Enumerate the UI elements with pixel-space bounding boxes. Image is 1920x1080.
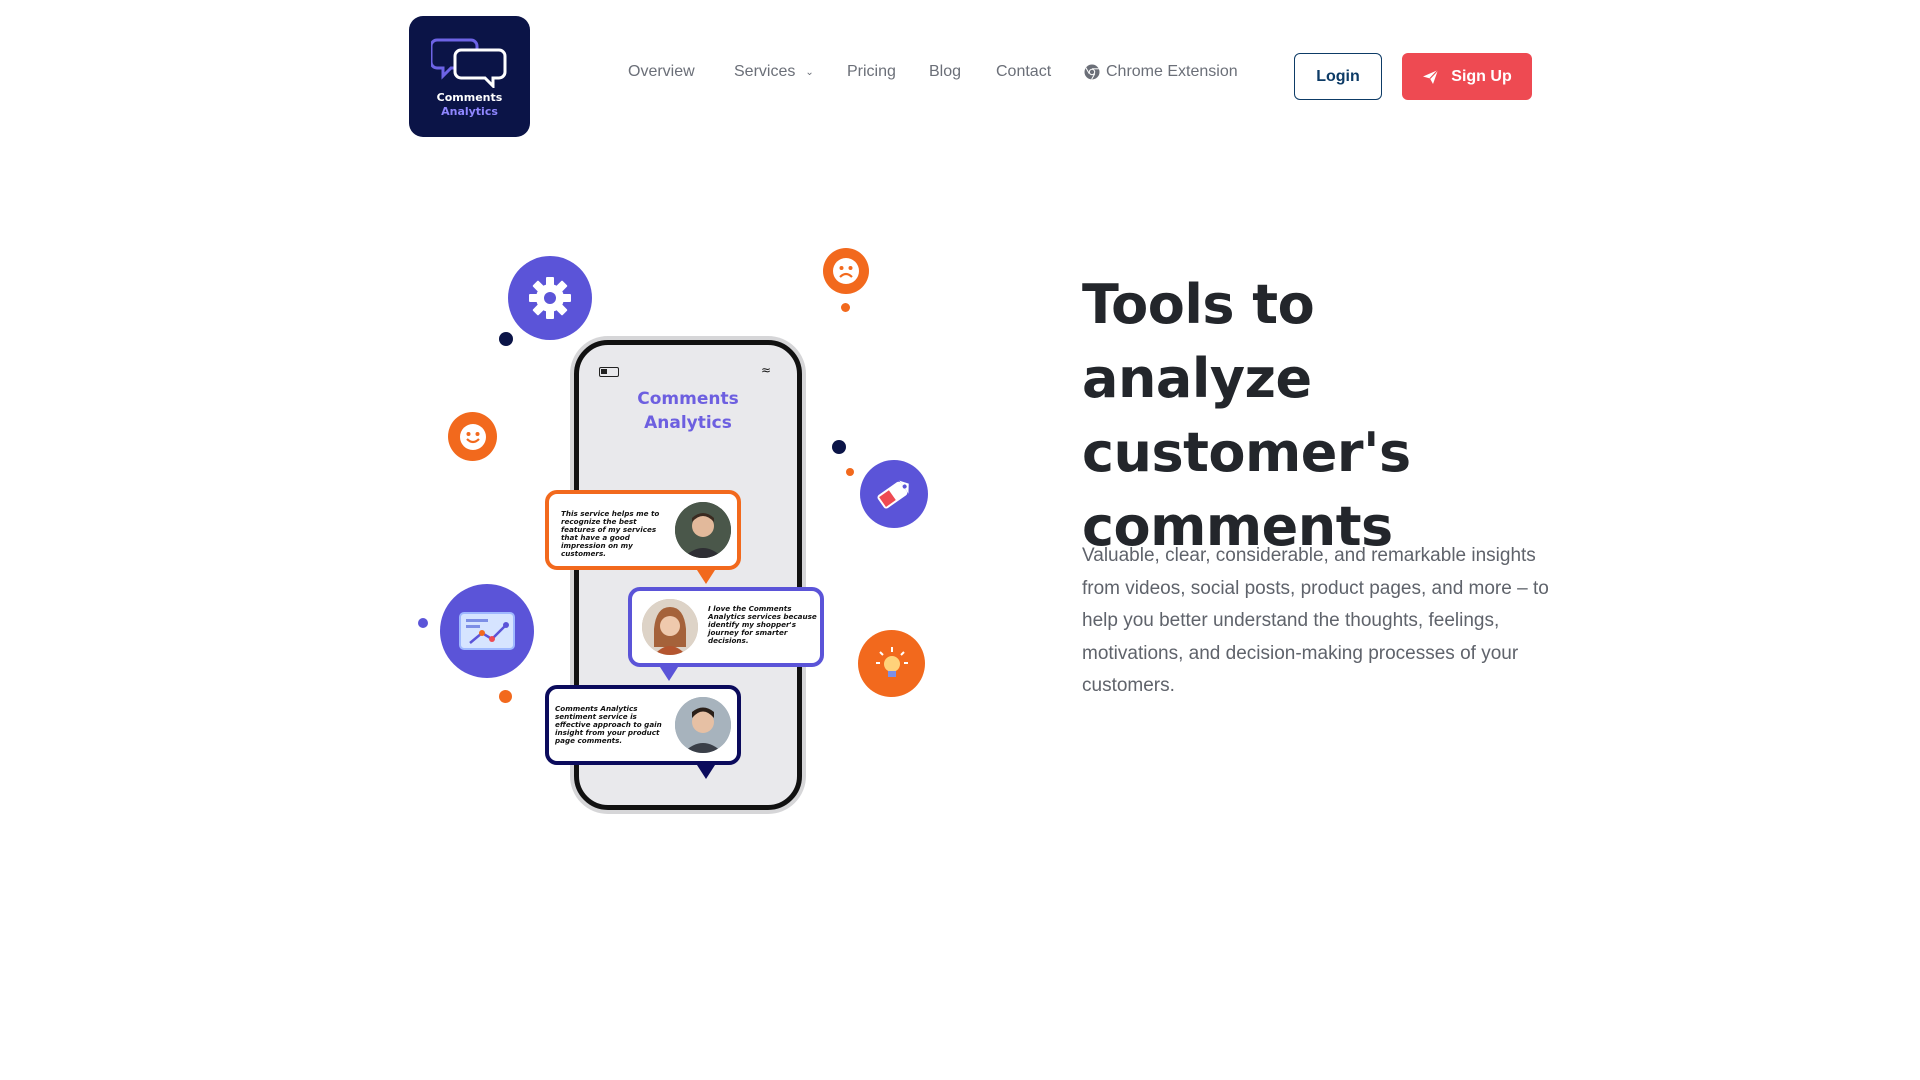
bubble-tail: [697, 765, 715, 779]
testimonial-text: This service helps me to recognize the b…: [561, 509, 660, 558]
nav-chrome-extension[interactable]: Chrome Extension: [1084, 63, 1238, 81]
hero-illustration: ≈ Comments Analytics This service helps …: [410, 240, 950, 820]
send-icon: [1423, 69, 1439, 84]
nav-services[interactable]: Services ⌄: [734, 63, 814, 81]
chrome-icon: [1084, 64, 1100, 80]
avatar: [642, 599, 698, 655]
nav-blog[interactable]: Blog: [929, 63, 961, 81]
phone-title: Comments Analytics: [579, 387, 797, 435]
avatar: [675, 697, 731, 753]
settings-gear-icon: [508, 256, 592, 340]
testimonial-bubble: This service helps me to recognize the b…: [545, 490, 741, 584]
chevron-down-icon: ⌄: [805, 66, 814, 78]
chat-bubbles-icon: [431, 38, 507, 88]
nav-chrome-extension-label: Chrome Extension: [1106, 63, 1238, 80]
logo-text-line1: Comments: [436, 91, 503, 104]
decor-dot: [418, 618, 428, 628]
avatar: [675, 502, 731, 558]
nav-overview[interactable]: Overview: [628, 63, 695, 81]
bubble-tail: [660, 667, 678, 681]
hero-description: Valuable, clear, considerable, and remar…: [1082, 545, 1549, 696]
testimonial-text: I love the Comments Analytics services b…: [708, 604, 817, 645]
decor-dot: [499, 332, 513, 346]
bubble-tail: [697, 570, 715, 584]
logo-text-line2: Analytics: [441, 105, 498, 118]
phone-title-line2: Analytics: [644, 413, 732, 433]
signup-button[interactable]: Sign Up: [1402, 53, 1532, 100]
logo[interactable]: Comments Analytics: [409, 16, 530, 137]
decor-dot: [832, 440, 846, 454]
analytics-card-icon: [440, 584, 534, 678]
sad-face-icon: [823, 248, 869, 294]
nav-services-label: Services: [734, 63, 796, 80]
decor-dot: [499, 690, 512, 703]
battery-icon: [599, 367, 619, 377]
decor-dot: [846, 468, 854, 476]
testimonial-text: Comments Analytics sentiment service is …: [555, 704, 662, 745]
signup-button-label: Sign Up: [1451, 67, 1512, 85]
decor-dot: [841, 303, 850, 312]
wifi-icon: ≈: [760, 363, 771, 377]
testimonial-bubble: I love the Comments Analytics services b…: [628, 587, 824, 681]
lightbulb-icon: [858, 630, 925, 697]
hero-title: Tools to analyze customer's comments: [1082, 273, 1411, 558]
price-tag-icon: [860, 460, 928, 528]
login-button[interactable]: Login: [1294, 53, 1382, 100]
happy-face-icon: [448, 412, 497, 461]
nav-pricing[interactable]: Pricing: [847, 63, 896, 81]
testimonial-bubble: Comments Analytics sentiment service is …: [545, 685, 741, 779]
phone-title-line1: Comments: [637, 389, 739, 409]
nav-contact[interactable]: Contact: [996, 63, 1051, 81]
